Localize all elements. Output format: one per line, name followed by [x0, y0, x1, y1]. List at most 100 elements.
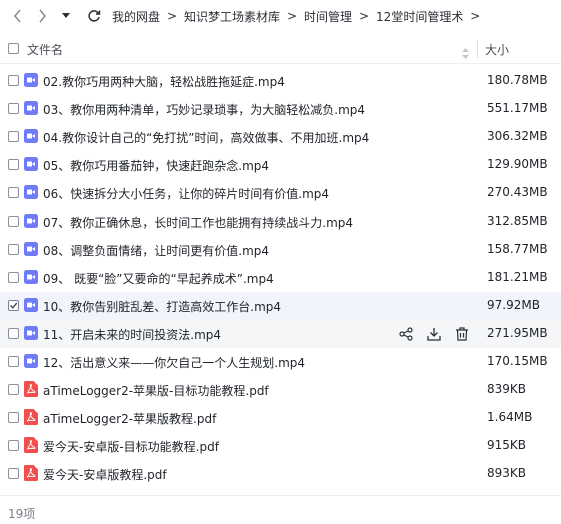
refresh-icon	[88, 10, 101, 22]
video-file-icon	[24, 184, 38, 200]
file-checkbox[interactable]	[8, 299, 19, 311]
column-header-name[interactable]: 文件名	[27, 41, 63, 58]
video-file-icon	[24, 241, 38, 257]
video-file-icon	[24, 213, 38, 229]
download-icon[interactable]	[426, 326, 442, 342]
file-row[interactable]: 03、教你用两种清单，巧妙记录琐事，为大脑轻松减负.mp4 551.17MB	[0, 95, 561, 123]
item-count: 19项	[8, 507, 36, 521]
file-size: 306.32MB	[487, 129, 548, 144]
file-list-header: 文件名 大小	[0, 36, 561, 62]
file-size: 181.21MB	[487, 269, 548, 284]
file-size: 271.95MB	[487, 325, 548, 340]
file-name[interactable]: 爱今天-安卓版-目标功能教程.pdf	[43, 438, 219, 455]
file-name[interactable]: 02.教你巧用两种大脑，轻松战胜拖延症.mp4	[43, 73, 285, 90]
back-button[interactable]	[8, 6, 28, 26]
video-file-icon	[24, 156, 38, 172]
video-file-icon	[24, 325, 38, 341]
file-size: 312.85MB	[487, 213, 548, 228]
file-name[interactable]: 12、活出意义来——你欠自己一个人生规划.mp4	[43, 354, 305, 371]
file-row[interactable]: 爱今天-安卓版-目标功能教程.pdf 915KB	[0, 432, 561, 460]
file-name[interactable]: 05、教你巧用番茄钟，快速赶跑杂念.mp4	[43, 157, 269, 174]
file-checkbox[interactable]	[8, 103, 19, 115]
video-file-icon	[24, 72, 38, 88]
column-divider[interactable]	[477, 40, 478, 58]
breadcrumb-item-my-drive[interactable]: 我的网盘	[112, 8, 160, 25]
file-name[interactable]: aTimeLogger2-苹果版教程.pdf	[43, 410, 216, 427]
sort-arrows-icon[interactable]	[462, 44, 469, 63]
file-checkbox[interactable]	[8, 384, 19, 396]
file-row[interactable]: 02.教你巧用两种大脑，轻松战胜拖延症.mp4 180.78MB	[0, 67, 561, 95]
file-checkbox[interactable]	[8, 215, 19, 227]
pdf-file-icon	[24, 409, 38, 426]
file-row[interactable]: 05、教你巧用番茄钟，快速赶跑杂念.mp4 129.90MB	[0, 151, 561, 179]
file-size: 915KB	[487, 438, 527, 453]
breadcrumb-separator: >	[359, 9, 370, 23]
breadcrumb-item-current-folder[interactable]: 12堂时间管理术	[376, 8, 463, 25]
file-size: 158.77MB	[487, 241, 548, 256]
row-actions	[398, 326, 470, 342]
chevron-right-icon	[39, 9, 47, 23]
select-all-checkbox[interactable]	[8, 43, 19, 54]
breadcrumb-separator: >	[287, 9, 298, 23]
file-row[interactable]: 09、 既要“脸”又要命的“早起养成术”.mp4 181.21MB	[0, 264, 561, 292]
file-row[interactable]: 06、快速拆分大小任务，让你的碎片时间有价值.mp4 270.43MB	[0, 179, 561, 207]
file-size: 129.90MB	[487, 157, 548, 172]
file-checkbox[interactable]	[8, 131, 19, 143]
file-name[interactable]: 07、教你正确休息，长时间工作也能拥有持续战斗力.mp4	[43, 214, 353, 231]
file-row[interactable]: 07、教你正确休息，长时间工作也能拥有持续战斗力.mp4 312.85MB	[0, 208, 561, 236]
file-row[interactable]: aTimeLogger2-苹果版教程.pdf 1.64MB	[0, 404, 561, 432]
column-header-size[interactable]: 大小	[485, 41, 509, 58]
video-file-icon	[24, 297, 38, 313]
file-size: 1.64MB	[487, 410, 533, 425]
file-size: 551.17MB	[487, 101, 548, 116]
file-checkbox[interactable]	[8, 468, 19, 480]
file-size: 270.43MB	[487, 185, 548, 200]
file-name[interactable]: 06、快速拆分大小任务，让你的碎片时间有价值.mp4	[43, 185, 329, 202]
breadcrumb: 我的网盘 > 知识梦工场素材库 > 时间管理 > 12堂时间管理术 >	[112, 0, 487, 32]
file-checkbox[interactable]	[8, 75, 19, 86]
pdf-file-icon	[24, 381, 38, 398]
file-checkbox[interactable]	[8, 440, 19, 452]
file-checkbox[interactable]	[8, 271, 19, 283]
file-name[interactable]: 爱今天-安卓版教程.pdf	[43, 466, 167, 483]
file-checkbox[interactable]	[8, 187, 19, 199]
file-size: 180.78MB	[487, 73, 548, 87]
file-row[interactable]: 10、教你告别脏乱差、打造高效工作台.mp4 97.92MB	[0, 291, 561, 320]
history-dropdown-button[interactable]	[56, 6, 76, 26]
trash-icon[interactable]	[454, 326, 470, 342]
chevron-left-icon	[13, 9, 21, 23]
file-checkbox[interactable]	[8, 356, 19, 367]
pdf-file-icon	[24, 465, 38, 482]
file-checkbox[interactable]	[8, 243, 19, 255]
file-row[interactable]: 爱今天-安卓版教程.pdf 893KB	[0, 460, 561, 488]
file-name[interactable]: 11、开启未来的时间投资法.mp4	[43, 326, 221, 343]
file-row[interactable]: 12、活出意义来——你欠自己一个人生规划.mp4 170.15MB	[0, 348, 561, 376]
video-file-icon	[24, 353, 38, 369]
caret-down-icon	[62, 13, 70, 18]
pdf-file-icon	[24, 437, 38, 454]
forward-button[interactable]	[32, 6, 52, 26]
breadcrumb-item-library[interactable]: 知识梦工场素材库	[184, 8, 280, 25]
file-name[interactable]: 10、教你告别脏乱差、打造高效工作台.mp4	[43, 298, 281, 315]
file-size: 170.15MB	[487, 354, 548, 368]
file-checkbox[interactable]	[8, 412, 19, 424]
share-icon[interactable]	[398, 326, 414, 342]
file-size: 839KB	[487, 382, 527, 397]
video-file-icon	[24, 269, 38, 285]
breadcrumb-item-time-management[interactable]: 时间管理	[304, 8, 352, 25]
file-name[interactable]: 03、教你用两种清单，巧妙记录琐事，为大脑轻松减负.mp4	[43, 101, 365, 118]
file-checkbox[interactable]	[8, 159, 19, 171]
video-file-icon	[24, 128, 38, 144]
file-size: 893KB	[487, 466, 527, 481]
file-name[interactable]: 04.教你设计自己的“免打扰”时间，高效做事、不用加班.mp4	[43, 129, 369, 146]
file-name[interactable]: aTimeLogger2-苹果版-目标功能教程.pdf	[43, 382, 269, 399]
refresh-button[interactable]	[84, 6, 104, 26]
file-checkbox[interactable]	[8, 327, 19, 339]
file-name[interactable]: 09、 既要“脸”又要命的“早起养成术”.mp4	[43, 270, 274, 287]
file-row[interactable]: 04.教你设计自己的“免打扰”时间，高效做事、不用加班.mp4 306.32MB	[0, 123, 561, 151]
file-row[interactable]: 08、调整负面情绪，让时间更有价值.mp4 158.77MB	[0, 236, 561, 264]
file-name[interactable]: 08、调整负面情绪，让时间更有价值.mp4	[43, 242, 269, 259]
video-file-icon	[24, 100, 38, 116]
file-row[interactable]: aTimeLogger2-苹果版-目标功能教程.pdf 839KB	[0, 376, 561, 404]
file-row[interactable]: 11、开启未来的时间投资法.mp4 271.95MB	[0, 319, 561, 348]
